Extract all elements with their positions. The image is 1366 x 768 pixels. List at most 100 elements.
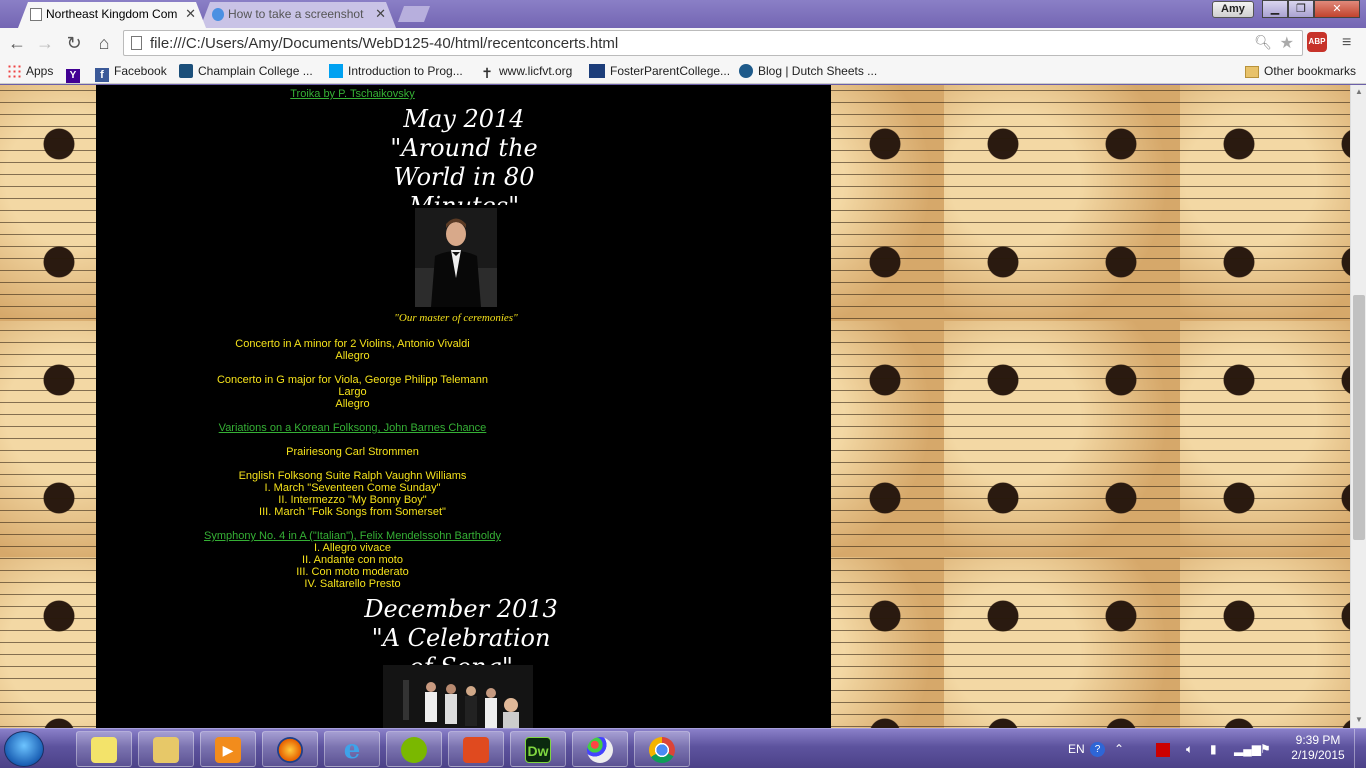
maximize-button[interactable]: ❐ — [1288, 0, 1314, 18]
master-of-ceremonies-photo — [415, 208, 497, 307]
taskbar-media-player[interactable]: ▶ — [200, 731, 256, 767]
volume-muted-icon[interactable]: 🔈︎ — [1186, 729, 1193, 768]
program-item: Concerto in G major for Viola, George Ph… — [216, 374, 489, 386]
reload-icon[interactable]: ↻ — [63, 32, 85, 54]
language-indicator[interactable]: EN — [1068, 729, 1085, 768]
bookmark-dutch-sheets[interactable]: Blog | Dutch Sheets ... — [739, 62, 877, 80]
person-figure — [415, 208, 497, 307]
sticky-notes-icon — [91, 737, 117, 763]
tab-title: Northeast Kingdom Com — [46, 7, 178, 21]
orchestra-figures — [383, 665, 533, 728]
spotify-icon — [401, 737, 427, 763]
mva-icon — [329, 64, 343, 78]
bookmark-facebook[interactable]: f Facebook — [95, 62, 167, 82]
bookmark-champlain[interactable]: Champlain College ... — [179, 62, 313, 80]
new-tab-button[interactable] — [398, 6, 430, 22]
bookmark-licfvt[interactable]: ✝ www.licfvt.org — [480, 62, 572, 80]
user-profile-button[interactable]: Amy — [1212, 1, 1254, 18]
heading-line: December 2013 — [364, 595, 558, 623]
blog-icon — [739, 64, 753, 78]
media-player-icon: ▶ — [215, 737, 241, 763]
search-icon[interactable]: 🔍︎ — [1254, 34, 1272, 51]
taskbar-spotify[interactable] — [386, 731, 442, 767]
adblock-plus-icon[interactable]: ABP — [1307, 32, 1327, 52]
program-item: III. March "Folk Songs from Somerset" — [259, 506, 446, 518]
scroll-down-arrow-icon[interactable]: ▼ — [1351, 715, 1366, 724]
flash-tray-icon[interactable] — [1156, 729, 1170, 768]
show-desktop-button[interactable] — [1354, 729, 1366, 768]
url-text[interactable]: file:///C:/Users/Amy/Documents/WebD125-4… — [150, 35, 618, 52]
facebook-icon: f — [95, 68, 109, 82]
system-clock[interactable]: 9:39 PM 2/19/2015 — [1286, 733, 1350, 763]
back-arrow-icon[interactable]: ← — [6, 32, 28, 54]
home-icon[interactable]: ⌂ — [93, 32, 115, 54]
heading-line: May 2014 — [403, 105, 525, 133]
piece-link[interactable]: Troika by P. Tschaikovsky — [0, 88, 720, 100]
page-scrollbar[interactable]: ▲ ▼ — [1350, 85, 1366, 728]
address-bar[interactable]: file:///C:/Users/Amy/Documents/WebD125-4… — [123, 30, 1303, 56]
bookmark-label: Champlain College ... — [198, 64, 313, 78]
program-item-link[interactable]: Variations on a Korean Folksong, John Ba… — [0, 422, 720, 434]
taskbar-dreamweaver[interactable]: Dw — [510, 731, 566, 767]
firefox-icon — [277, 737, 303, 763]
dreamweaver-icon: Dw — [525, 737, 551, 763]
heading-line: Minutes" — [366, 192, 562, 205]
ie-icon: e — [343, 735, 361, 765]
network-signal-icon[interactable]: ▂▄▆ — [1234, 729, 1261, 768]
tab-northeast-kingdom[interactable]: Northeast Kingdom Com ✕ — [18, 2, 206, 28]
chrome-icon — [649, 737, 675, 763]
bookmark-yahoo[interactable]: Y — [66, 62, 85, 83]
action-center-flag-icon[interactable]: ⚑ — [1260, 729, 1271, 768]
taskbar-sticky-notes[interactable] — [76, 731, 132, 767]
page-icon — [131, 36, 142, 50]
program-item: Largo — [338, 386, 367, 398]
fpc-icon — [589, 64, 605, 78]
forward-arrow-icon[interactable]: → — [34, 32, 56, 54]
bookmarks-bar: Apps Y f Facebook Champlain College ... I… — [0, 58, 1366, 84]
champlain-icon — [179, 64, 193, 78]
program-item-link[interactable]: Symphony No. 4 in A ("Italian"), Felix M… — [0, 530, 720, 542]
tray-expand-icon[interactable]: ⌃ — [1114, 729, 1124, 768]
bookmark-label: Introduction to Prog... — [348, 64, 463, 78]
tab-close-icon[interactable]: ✕ — [375, 2, 386, 26]
taskbar-explorer[interactable] — [138, 731, 194, 767]
photo-caption: "Our master of ceremonies" — [394, 312, 518, 324]
concert-heading-december-2013: December 2013 "A Celebration of Song" — [346, 595, 576, 667]
heading-line: World in 80 — [393, 163, 535, 191]
safely-remove-icon[interactable]: ▮ — [1210, 729, 1217, 768]
program-item: II. Intermezzo "My Bonny Boy" — [278, 494, 427, 506]
yahoo-icon: Y — [66, 69, 80, 83]
clock-time: 9:39 PM — [1295, 733, 1341, 747]
taskbar-internet-explorer[interactable]: e — [324, 731, 380, 767]
chrome-menu-icon[interactable]: ≡ — [1342, 34, 1351, 52]
globe-icon — [212, 8, 224, 21]
taskbar-office[interactable] — [448, 731, 504, 767]
start-button[interactable] — [4, 731, 44, 767]
program-item: Prairiesong Carl Strommen — [286, 446, 419, 458]
bookmark-fosterparent[interactable]: FosterParentCollege... — [589, 62, 730, 80]
office-icon — [463, 737, 489, 763]
bookmark-label: FosterParentCollege... — [610, 64, 731, 78]
bookmark-intro-programming[interactable]: Introduction to Prog... — [329, 62, 463, 80]
page-viewport: Troika by P. Tschaikovsky May 2014 "Arou… — [0, 85, 1350, 728]
bookmark-star-icon[interactable]: ★ — [1280, 33, 1294, 53]
close-window-button[interactable]: ✕ — [1314, 0, 1360, 18]
bookmark-other[interactable]: Other bookmarks — [1245, 62, 1356, 80]
help-icon[interactable]: ? — [1090, 729, 1105, 768]
minimize-button[interactable]: ▁ — [1262, 0, 1288, 18]
apps-grid-icon — [7, 64, 21, 78]
scrollbar-thumb[interactable] — [1353, 295, 1365, 540]
program-item: IV. Saltarello Presto — [304, 578, 401, 590]
taskbar-paint[interactable] — [572, 731, 628, 767]
tab-close-icon[interactable]: ✕ — [185, 2, 196, 26]
program-item: II. Andante con moto — [302, 554, 403, 566]
bookmark-label: Blog | Dutch Sheets ... — [758, 64, 878, 78]
tab-screenshot[interactable]: How to take a screenshot ✕ — [200, 2, 396, 28]
bookmark-label: Other bookmarks — [1264, 64, 1357, 78]
scroll-up-arrow-icon[interactable]: ▲ — [1351, 87, 1366, 96]
page-icon — [30, 8, 42, 21]
clock-date: 2/19/2015 — [1291, 748, 1345, 762]
taskbar-firefox[interactable] — [262, 731, 318, 767]
bookmark-apps[interactable]: Apps — [7, 62, 53, 80]
taskbar-chrome[interactable] — [634, 731, 690, 767]
